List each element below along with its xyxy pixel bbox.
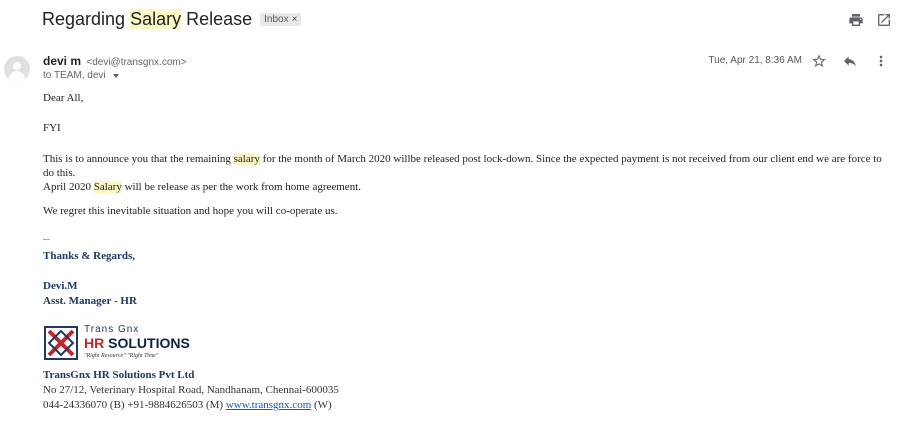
sender-email: <devi@transgnx.com> <box>86 57 187 68</box>
thread-actions <box>848 12 892 28</box>
message-actions <box>811 53 889 69</box>
subject-row: Regarding Salary Release Inbox × <box>42 9 302 30</box>
sender-name[interactable]: devi m <box>43 54 81 68</box>
company-name: TransGnx HR Solutions Pvt Ltd <box>43 369 195 381</box>
para2-text-end: will be release as per the work from hom… <box>121 181 361 193</box>
avatar-body-shape <box>9 71 25 82</box>
reply-icon[interactable] <box>842 53 858 69</box>
email-subject: Regarding Salary Release <box>42 9 252 30</box>
fyi-line: FYI <box>43 122 61 134</box>
signature-name: Devi.M <box>43 280 78 292</box>
company-logo: Trans Gnx HR SOLUTIONS "Right Resource" … <box>44 324 204 364</box>
chevron-down-icon[interactable] <box>112 73 119 78</box>
para2-search-highlight: Salary <box>93 181 122 193</box>
website-link[interactable]: www.transgnx.com <box>226 399 311 411</box>
print-icon[interactable] <box>848 12 864 28</box>
para2-text-start: April 2020 <box>43 181 94 193</box>
company-address: No 27/12, Veterinary Hospital Road, Nand… <box>43 384 339 396</box>
subject-text-end: Release <box>181 9 253 29</box>
more-vert-icon[interactable] <box>873 53 889 69</box>
subject-search-highlight: Salary <box>130 9 182 29</box>
inbox-label-chip[interactable]: Inbox × <box>260 13 302 26</box>
logo-text-top: Trans Gnx <box>84 324 140 335</box>
sender-row: devi m <devi@transgnx.com> <box>43 54 187 68</box>
signature-separator: -- <box>43 234 50 245</box>
avatar-head-shape <box>13 62 21 70</box>
logo-text-main: HR SOLUTIONS <box>84 335 190 351</box>
para1-text-start: This is to announce you that the remaini… <box>43 153 234 165</box>
logo-text-hr: HR <box>84 335 105 351</box>
logo-tagline: "Right Resource" "Right Time" <box>84 353 159 359</box>
signature-closing: Thanks & Regards, <box>43 250 135 262</box>
email-date: Tue, Apr 21, 8:36 AM <box>708 55 802 66</box>
body-paragraph-2: April 2020 Salary will be release as per… <box>43 180 888 194</box>
body-paragraph-3: We regret this inevitable situation and … <box>43 205 338 217</box>
body-paragraph-1: This is to announce you that the remaini… <box>43 152 888 180</box>
subject-text-start: Regarding <box>42 9 131 29</box>
recipients-text: to TEAM, devi <box>43 70 106 81</box>
inbox-label-text: Inbox <box>264 14 289 25</box>
recipients-row[interactable]: to TEAM, devi <box>43 70 119 81</box>
phone-numbers: 044-24336070 (B) +91-9884626503 (M) <box>43 399 226 411</box>
company-logo-mark-icon <box>44 326 78 360</box>
open-in-new-icon[interactable] <box>876 12 892 28</box>
website-suffix: (W) <box>311 399 332 411</box>
company-contact: 044-24336070 (B) +91-9884626503 (M) www.… <box>43 399 332 411</box>
avatar[interactable] <box>4 56 30 82</box>
signature-title: Asst. Manager - HR <box>43 295 137 307</box>
para1-search-highlight: salary <box>233 153 260 165</box>
remove-label-icon[interactable]: × <box>292 14 298 25</box>
greeting: Dear All, <box>43 92 84 104</box>
email-body: Dear All, FYI This is to announce you th… <box>43 91 888 218</box>
star-icon[interactable] <box>811 53 827 69</box>
logo-text-solutions: SOLUTIONS <box>104 335 190 351</box>
